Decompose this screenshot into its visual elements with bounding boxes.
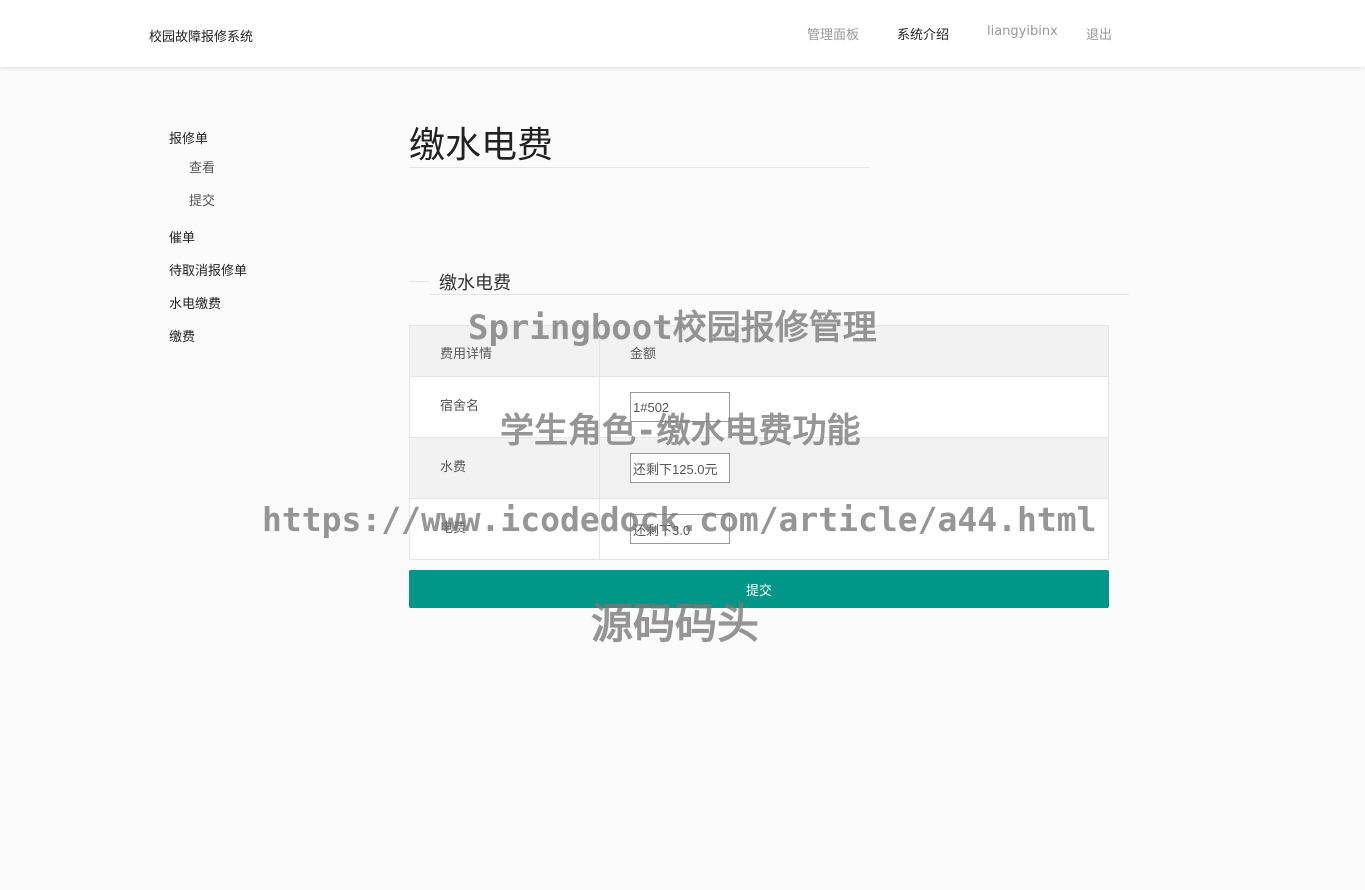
nav-logout[interactable]: 退出 xyxy=(1086,24,1112,43)
row-value-cell xyxy=(599,498,1109,560)
fee-table: 费用详情 金额 宿舍名 水费 电费 xyxy=(409,325,1109,560)
nav-system-intro[interactable]: 系统介绍 xyxy=(897,24,949,43)
header-fee-detail: 费用详情 xyxy=(409,325,600,377)
sidebar-item-urge[interactable]: 催单 xyxy=(169,227,195,246)
row-value-cell xyxy=(599,437,1109,499)
top-nav: 管理面板 系统介绍 liangyibinx 退出 xyxy=(0,24,1365,44)
header-amount: 金额 xyxy=(599,325,1109,377)
nav-admin-panel[interactable]: 管理面板 xyxy=(807,24,859,43)
sidebar-item-repair-view[interactable]: 查看 xyxy=(189,157,215,176)
sidebar-item-cancel-pending[interactable]: 待取消报修单 xyxy=(169,260,247,279)
sidebar-item-repair[interactable]: 报修单 xyxy=(169,128,208,147)
row-label-dorm: 宿舍名 xyxy=(409,376,600,438)
section-legend: 缴水电费 xyxy=(439,273,511,294)
legend-divider-left xyxy=(409,281,429,282)
nav-user-name[interactable]: liangyibinx xyxy=(987,24,1058,39)
sidebar-item-utility-pay[interactable]: 水电缴费 xyxy=(169,293,221,312)
page-title: 缴水电费 xyxy=(409,124,869,168)
water-fee-input[interactable] xyxy=(630,453,730,483)
sidebar-item-pay[interactable]: 缴费 xyxy=(169,326,195,345)
dorm-name-input[interactable] xyxy=(630,392,730,422)
table-row: 水费 xyxy=(409,437,1109,499)
table-row: 宿舍名 xyxy=(409,376,1109,438)
top-navbar: 校园故障报修系统 管理面板 系统介绍 liangyibinx 退出 xyxy=(0,0,1365,67)
row-label-water: 水费 xyxy=(409,437,600,499)
row-label-electric: 电费 xyxy=(409,498,600,560)
table-row: 电费 xyxy=(409,498,1109,560)
table-header-row: 费用详情 金额 xyxy=(409,325,1109,377)
legend-divider xyxy=(429,294,1129,295)
electric-fee-input[interactable] xyxy=(630,514,730,544)
row-value-cell xyxy=(599,376,1109,438)
sidebar-item-repair-submit[interactable]: 提交 xyxy=(189,190,215,209)
submit-button[interactable]: 提交 xyxy=(409,570,1109,608)
